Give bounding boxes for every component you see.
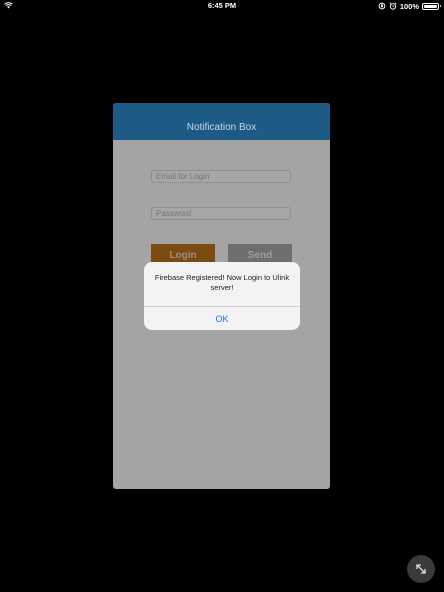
ok-button[interactable]: OK bbox=[144, 307, 300, 330]
expand-icon bbox=[416, 564, 426, 574]
status-bar: 6:45 PM 100% bbox=[0, 0, 444, 12]
email-field[interactable] bbox=[151, 170, 291, 183]
screen: 6:45 PM 100% Notification Box Login Send… bbox=[0, 0, 444, 592]
alarm-icon bbox=[389, 2, 397, 10]
status-indicators: 100% bbox=[378, 1, 441, 11]
app-title: Notification Box bbox=[186, 122, 257, 133]
app-header: Notification Box bbox=[113, 103, 330, 140]
password-field[interactable] bbox=[151, 207, 291, 220]
battery-icon bbox=[422, 2, 441, 10]
battery-percent: 100% bbox=[399, 1, 419, 11]
expand-button[interactable] bbox=[407, 555, 435, 583]
alert-dialog: Firebase Registered! Now Login to Ulink … bbox=[144, 262, 300, 330]
alert-message: Firebase Registered! Now Login to Ulink … bbox=[154, 273, 290, 292]
orientation-lock-icon bbox=[378, 2, 386, 10]
